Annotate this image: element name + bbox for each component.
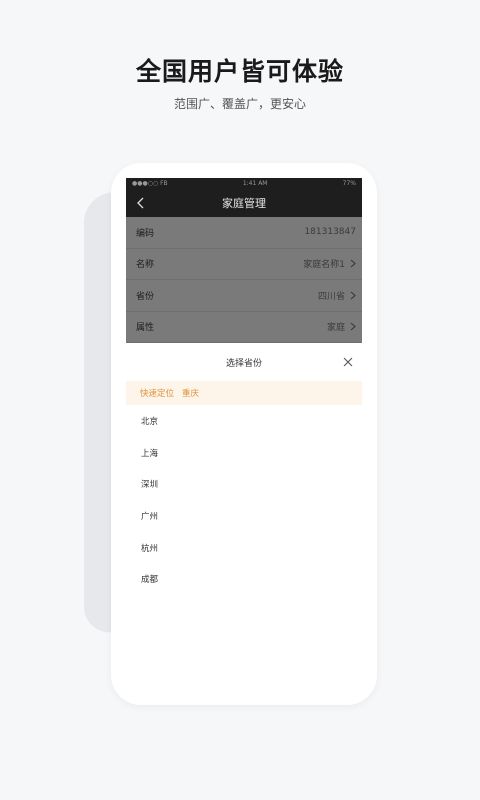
phone-screen: ●●●○○ FB 1:41 AM 77% 家庭管理 编码 181313847 名…	[126, 178, 362, 686]
info-label: 属性	[136, 323, 155, 334]
info-value: 四川省	[317, 291, 345, 302]
close-icon[interactable]	[342, 356, 354, 368]
quick-locate-label: 快速定位	[140, 389, 175, 399]
info-row-code: 编码 181313847	[126, 217, 362, 249]
chevron-right-icon	[350, 291, 356, 300]
info-row-name[interactable]: 名称 家庭名称1	[126, 249, 362, 280]
info-value: 家庭名称1	[303, 260, 345, 271]
info-row-attribute[interactable]: 属性 家庭	[126, 312, 362, 343]
info-label: 编码	[136, 228, 155, 239]
quick-locate-city[interactable]: 重庆	[182, 387, 199, 399]
city-item[interactable]: 成都	[126, 563, 362, 595]
status-battery: 77%	[342, 180, 356, 187]
promo-subline: 范围广、覆盖广，更安心	[173, 97, 306, 111]
city-item[interactable]: 杭州	[126, 532, 362, 564]
city-item[interactable]: 上海	[126, 437, 362, 469]
sheet-header: 选择省份	[126, 343, 362, 381]
city-item[interactable]: 北京	[126, 405, 362, 437]
status-bar: ●●●○○ FB 1:41 AM 77%	[126, 178, 362, 189]
status-carrier: ●●●○○ FB	[132, 180, 168, 187]
nav-title: 家庭管理	[222, 197, 266, 210]
status-time: 1:41 AM	[242, 180, 268, 187]
nav-bar: 家庭管理	[126, 189, 362, 217]
city-item[interactable]: 深圳	[126, 468, 362, 500]
info-value: 181313847	[304, 227, 356, 238]
chevron-right-icon	[350, 322, 356, 331]
info-value: 家庭	[326, 323, 345, 334]
info-label: 名称	[136, 260, 155, 271]
city-list: 北京 上海 深圳 广州 杭州 成都	[126, 405, 362, 595]
info-label: 省份	[136, 291, 155, 302]
back-arrow-icon[interactable]	[134, 196, 148, 210]
sheet-title: 选择省份	[225, 358, 262, 369]
quick-locate-bar[interactable]: 快速定位 重庆	[126, 381, 362, 405]
promo-headline: 全国用户皆可体验	[135, 57, 344, 86]
city-item[interactable]: 广州	[126, 500, 362, 532]
chevron-right-icon	[350, 259, 356, 268]
dimmed-info-list: 编码 181313847 名称 家庭名称1 省份 四川省 属性 家庭	[126, 217, 362, 343]
province-picker-sheet: 选择省份 快速定位 重庆 北京 上海 深圳 广州 杭州 成都	[126, 343, 362, 686]
info-row-province[interactable]: 省份 四川省	[126, 280, 362, 312]
